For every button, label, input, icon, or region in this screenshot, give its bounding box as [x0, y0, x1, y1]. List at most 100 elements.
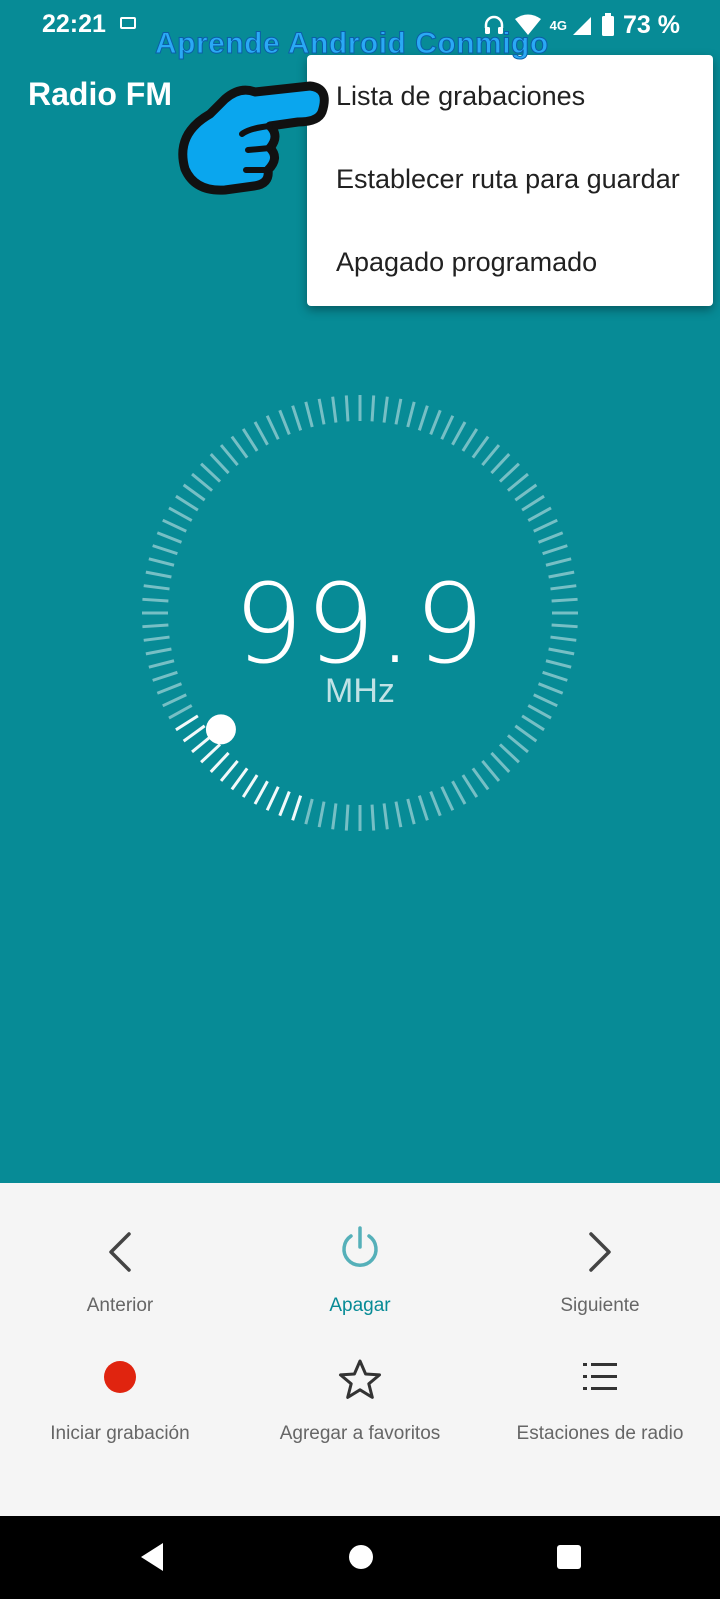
dial-tick — [182, 724, 206, 743]
dial-tick — [230, 435, 249, 459]
dial-tick — [394, 398, 403, 425]
dial-tick — [370, 395, 376, 422]
dial-tick — [370, 804, 376, 831]
next-button[interactable]: Siguiente — [480, 1183, 720, 1323]
radio-stations-label: Estaciones de radio — [516, 1423, 684, 1444]
dial-tick — [537, 531, 564, 544]
sim-icon — [120, 17, 136, 29]
dial-tick — [498, 743, 520, 764]
dial-tick — [481, 444, 501, 467]
dial-tick — [241, 774, 259, 798]
pointing-hand-icon — [178, 81, 329, 195]
dial-tick — [498, 462, 520, 483]
home-icon[interactable] — [348, 1540, 374, 1574]
dial-tick — [382, 803, 389, 830]
dial-tick — [291, 405, 303, 431]
dial-tick — [200, 743, 222, 764]
power-label: Apagar — [329, 1295, 391, 1316]
next-label: Siguiente — [560, 1295, 640, 1316]
overflow-menu: Lista de grabaciones Establecer ruta par… — [307, 55, 713, 306]
dial-tick — [344, 395, 350, 422]
dial-tick — [514, 483, 538, 502]
dial-tick — [230, 767, 249, 791]
start-recording-label: Iniciar grabación — [50, 1423, 190, 1444]
dial-tick — [542, 544, 568, 556]
battery-percent: 73 % — [623, 10, 680, 39]
dial-tick — [331, 803, 338, 830]
menu-item-sleep-timer[interactable]: Apagado programado — [307, 221, 713, 304]
dial-tick — [461, 428, 479, 452]
dial-tick — [219, 759, 239, 782]
power-icon — [342, 1226, 378, 1267]
dial-tick — [278, 790, 291, 817]
dial-tick — [527, 506, 552, 522]
chevron-left-icon — [109, 1232, 131, 1272]
frequency-value: 99.9 — [233, 560, 487, 688]
watermark-text: Aprende Android Conmigo — [155, 27, 549, 61]
dial-tick — [265, 415, 280, 440]
dial-tick — [471, 767, 490, 791]
dial-tick — [440, 786, 455, 811]
dial-tick — [304, 401, 314, 428]
dial-tick — [521, 714, 545, 732]
dial-tick — [253, 421, 269, 446]
signal-icon — [573, 17, 592, 35]
system-navigation-bar — [0, 1516, 720, 1599]
start-recording-button[interactable]: Iniciar grabación — [0, 1338, 240, 1488]
dial-tick — [278, 409, 291, 436]
dial-tick — [265, 786, 280, 811]
dial-tick — [429, 409, 442, 436]
dial-tick — [152, 544, 178, 556]
recents-icon[interactable] — [556, 1540, 582, 1574]
dial-tick — [209, 453, 230, 475]
menu-item-recordings-list[interactable]: Lista de grabaciones — [307, 55, 713, 138]
dial-tick — [175, 714, 199, 732]
dial-tick — [331, 396, 338, 423]
dial-knob[interactable] — [205, 714, 236, 745]
radio-stations-button[interactable]: Estaciones de radio — [480, 1338, 720, 1488]
dial-tick — [461, 774, 479, 798]
battery-icon — [602, 13, 615, 36]
dial-tick — [209, 751, 230, 773]
controls-panel: Anterior Apagar Siguiente Iniciar grabac… — [0, 1183, 720, 1516]
dial-tick — [417, 795, 429, 821]
add-favorite-button[interactable]: Agregar a favoritos — [240, 1338, 480, 1488]
dial-tick — [304, 798, 314, 825]
list-icon — [583, 1363, 617, 1390]
dial-tick — [481, 759, 501, 782]
dial-tick — [406, 798, 416, 825]
radio-app-screen: 22:21 4G 73 % Aprende Android Conmigo Ra… — [0, 0, 720, 1183]
dial-tick — [451, 421, 467, 446]
app-title: Radio FM — [28, 76, 172, 112]
dial-tick — [471, 435, 490, 459]
dial-tick — [291, 795, 303, 821]
dial-tick — [317, 398, 326, 425]
dial-tick — [191, 472, 214, 492]
frequency-display: 99.9 — [0, 560, 720, 688]
previous-label: Anterior — [86, 1295, 154, 1316]
previous-button[interactable]: Anterior — [0, 1183, 240, 1323]
menu-item-set-save-path[interactable]: Establecer ruta para guardar — [307, 138, 713, 221]
record-icon — [104, 1361, 136, 1393]
dial-tick — [168, 506, 193, 522]
dial-tick — [417, 405, 429, 431]
dial-tick — [317, 801, 326, 828]
back-icon[interactable] — [137, 1540, 165, 1574]
network-type: 4G — [549, 17, 568, 33]
chevron-right-icon — [589, 1232, 611, 1272]
dial-tick — [429, 790, 442, 817]
dial-tick — [394, 801, 403, 828]
dial-tick — [506, 734, 529, 754]
star-icon — [339, 1359, 381, 1399]
dial-tick — [156, 531, 183, 544]
dial-tick — [182, 483, 206, 502]
dial-tick — [175, 494, 199, 512]
power-button[interactable]: Apagar — [240, 1183, 480, 1323]
dial-tick — [344, 804, 350, 831]
dial-tick — [514, 724, 538, 743]
status-time: 22:21 — [42, 10, 106, 38]
dial-tick — [490, 751, 511, 773]
dial-tick — [162, 518, 187, 533]
dial-tick — [200, 462, 222, 483]
dial-tick — [241, 428, 259, 452]
